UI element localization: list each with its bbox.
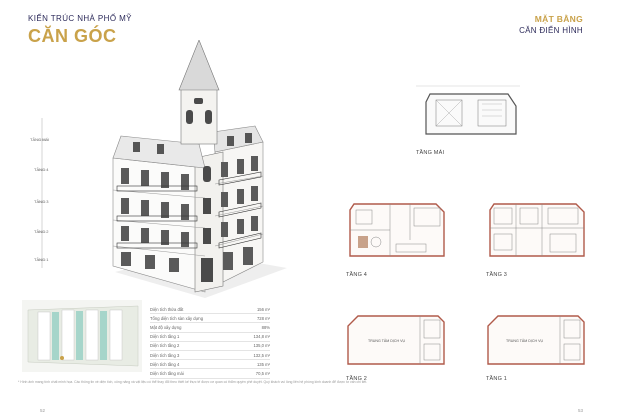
building-illustration [95,34,290,300]
site-plan-thumbnail [22,300,142,372]
spec-row: Tổng diện tích sàn xây dựng 728 m² [150,314,270,324]
kicker-text: KIẾN TRÚC NHÀ PHỐ MỸ [28,14,132,23]
spec-row: Diện tích tầng 4 135 m² [150,360,270,370]
floor-plan-f4 [340,196,450,266]
elevation-label-f2: TẦNG 2 [34,229,49,234]
elevation-label-f3: TẦNG 3 [34,199,49,204]
plan-label-roof: TẦNG MÁI [416,150,445,156]
footnote: * Hình ảnh mang tính chất minh họa. Các … [18,380,368,384]
elevation-label-f1: TẦNG 1 [34,257,49,262]
spec-row: Diện tích tầng 2 135,0 m² [150,342,270,351]
spec-row: Diện tích tầng 1 134,8 m² [150,333,270,342]
plan-label-f4: TẦNG 4 [346,272,368,278]
spec-row: Diện tích tầng 3 132,5 m² [150,351,270,361]
room-label-f2: TRUNG TÂM DỊCH VỤ [368,339,406,343]
specs-table: Diện tích thửa đất 156 m² Tổng diện tích … [150,305,270,379]
room-label-f1: TRUNG TÂM DỊCH VỤ [506,339,544,343]
spec-row: Mật độ xây dựng 88% [150,323,270,333]
plan-section-title: MẶT BẰNG [534,14,583,24]
plan-section-subtitle: CĂN ĐIỂN HÌNH [519,26,583,35]
floor-plan-roof [412,84,524,144]
floor-plan-f3 [480,196,590,266]
spec-row: Diện tích tầng mái 70,5 m² [150,369,270,379]
plan-label-f3: TẦNG 3 [486,272,508,278]
page-number-right: 53 [578,408,584,413]
elevation-label-roof: TẦNG MÁI [30,137,50,142]
page-number-left: 52 [40,408,46,413]
elevation-label-f4: TẦNG 4 [34,167,49,172]
spec-row: Diện tích thửa đất 156 m² [150,305,270,315]
